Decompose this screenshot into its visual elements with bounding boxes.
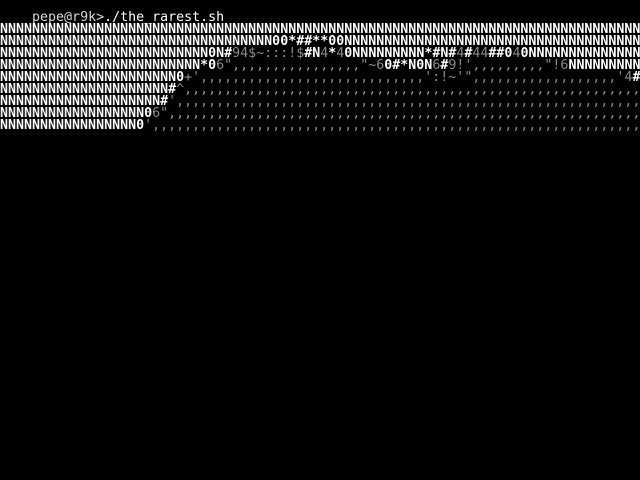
- terminal-window[interactable]: pepe@r9k>./the_rarest.sh NNNNNNNNNNNNNNN…: [0, 0, 640, 480]
- ascii-art-line: NNNNNNNNNNNNNNNNN0',,,,,,,,,,,,,,,,,,,,,…: [0, 118, 640, 133]
- command-line: pepe@r9k>./the_rarest.sh: [0, 0, 224, 24]
